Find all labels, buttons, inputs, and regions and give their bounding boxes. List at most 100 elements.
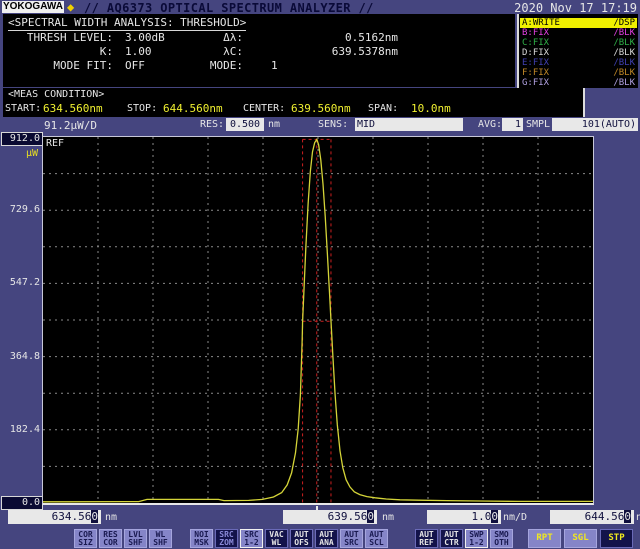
app-title: // AQ6373 OPTICAL SPECTRUM ANALYZER // <box>84 1 374 15</box>
y-tick-729: 729.6 <box>0 204 40 215</box>
start-value[interactable]: 634.560nm <box>43 102 103 115</box>
trace-mode: /BLK <box>613 58 635 68</box>
softkey-lvl-shf[interactable]: LVLSHF <box>124 529 147 548</box>
stop-label: STOP: <box>127 103 157 114</box>
digit-cursor: 0 <box>91 510 98 523</box>
ref-label: REF <box>46 138 64 149</box>
analysis-title: <SPECTRAL WIDTH ANALYSIS: THRESHOLD> <box>8 16 246 31</box>
trace-name: C:FIX <box>522 38 549 48</box>
x-stop-field[interactable]: 644.560 <box>550 510 634 524</box>
digit-cursor: 0 <box>367 510 374 523</box>
delta-lambda-value: 0.5162nm <box>258 31 398 44</box>
trace-name: A:WRITE <box>522 18 560 28</box>
k-value: 1.00 <box>125 45 152 58</box>
softkey-sgl[interactable]: SGL <box>564 529 597 548</box>
softkey-aut-ref[interactable]: AUTREF <box>415 529 438 548</box>
delta-lambda-label: Δλ: <box>153 31 243 44</box>
level-per-div: 91.2µW/D <box>44 119 97 132</box>
avg-value-field[interactable]: 1 <box>502 118 523 131</box>
digit-cursor: 0 <box>491 510 498 523</box>
softkey-aut-ofs[interactable]: AUTOFS <box>290 529 313 548</box>
softkey-vac-wl[interactable]: VACWL <box>265 529 288 548</box>
softkey-aut-src[interactable]: AUTSRC <box>340 529 363 548</box>
analysis-row: K: 1.00 λC: 639.5378nm <box>3 45 515 58</box>
trace-row-c[interactable]: C:FIX/BLK <box>520 38 637 48</box>
softkey-smo-oth[interactable]: SMOOTH <box>490 529 513 548</box>
res-unit: nm <box>268 119 280 130</box>
meas-panel: <MEAS CONDITION> START: 634.560nm STOP: … <box>3 88 585 117</box>
trace-name: B:FIX <box>522 28 549 38</box>
digit-cursor: 0 <box>624 510 631 523</box>
start-label: START: <box>5 103 41 114</box>
softkey-swp-1-2[interactable]: SWP1-2 <box>465 529 488 548</box>
softkey-aut-scl[interactable]: AUTSCL <box>365 529 388 548</box>
res-label: RES: <box>200 119 224 130</box>
meas-title: <MEAS CONDITION> <box>8 89 104 100</box>
span-value[interactable]: 10.0nm <box>411 102 451 115</box>
softkey-res-cor[interactable]: RESCOR <box>99 529 122 548</box>
y-tick-182: 182.4 <box>0 424 40 435</box>
avg-label: AVG: <box>478 119 502 130</box>
y-axis-unit: µW <box>14 148 38 159</box>
smpl-value-field[interactable]: 101(AUTO) <box>552 118 638 131</box>
mode-fit-label: MODE FIT: <box>3 59 113 72</box>
trace-panel-rows: A:WRITE/DSPB:FIX/BLKC:FIX/BLKD:FIX/BLKE:… <box>517 14 638 88</box>
center-label: CENTER: <box>243 103 285 114</box>
mode-fit-value: OFF <box>125 59 145 72</box>
softkey-wl-shf[interactable]: WLSHF <box>149 529 172 548</box>
trace-name: G:FIX <box>522 78 549 88</box>
spectrum-svg <box>43 137 593 503</box>
softkey-aut-ctr[interactable]: AUTCTR <box>440 529 463 548</box>
yokogawa-logo: YOKOGAWA <box>2 1 64 13</box>
x-center-field[interactable]: 639.560 <box>283 510 377 524</box>
trace-mode: /BLK <box>613 38 635 48</box>
trace-mode: /DSP <box>613 18 635 28</box>
k-label: K: <box>3 45 113 58</box>
trace-row-f[interactable]: F:FIX/BLK <box>520 68 637 78</box>
datetime: 2020 Nov 17 17:19 <box>500 1 637 15</box>
y-tick-364: 364.8 <box>0 351 40 362</box>
trace-name: F:FIX <box>522 68 549 78</box>
y-tick-547: 547.2 <box>0 277 40 288</box>
softkey-cor-siz[interactable]: CORSIZ <box>74 529 97 548</box>
x-center-unit: nm <box>382 512 394 523</box>
x-stop-unit: nm <box>636 512 640 523</box>
sens-label: SENS: <box>318 119 348 130</box>
x-start-unit: nm <box>105 512 117 523</box>
stop-value[interactable]: 644.560nm <box>163 102 223 115</box>
trace-mode: /BLK <box>613 48 635 58</box>
sens-value-field[interactable]: MID <box>355 118 463 131</box>
osa-screen: YOKOGAWA ◆ // AQ6373 OPTICAL SPECTRUM AN… <box>0 0 640 549</box>
bottom-level-box: 0.0 <box>1 496 43 510</box>
mode-label: MODE: <box>153 59 243 72</box>
trace-row-b[interactable]: B:FIX/BLK <box>520 28 637 38</box>
lambda-c-value: 639.5378nm <box>258 45 398 58</box>
analysis-panel: <SPECTRAL WIDTH ANALYSIS: THRESHOLD> THR… <box>3 14 515 87</box>
span-label: SPAN: <box>368 103 398 114</box>
x-scale-field[interactable]: 1.00 <box>427 510 501 524</box>
spectrum-plot <box>42 136 594 505</box>
mode-value: 1 <box>271 59 278 72</box>
analysis-row: MODE FIT: OFF MODE: 1 <box>3 59 515 72</box>
softkey-stp[interactable]: STP <box>600 529 633 548</box>
trace-row-e[interactable]: E:FIX/BLK <box>520 58 637 68</box>
softkey-noi-msk[interactable]: NOIMSK <box>190 529 213 548</box>
softkey-aut-ana[interactable]: AUTANA <box>315 529 338 548</box>
trace-name: D:FIX <box>522 48 549 58</box>
trace-name: E:FIX <box>522 58 549 68</box>
trace-row-g[interactable]: G:FIX/BLK <box>520 78 637 88</box>
trace-mode: /BLK <box>613 28 635 38</box>
lambda-c-label: λC: <box>153 45 243 58</box>
trace-row-a[interactable]: A:WRITE/DSP <box>520 18 637 28</box>
x-scale-unit: nm/D <box>503 512 527 523</box>
softkey-src-1-2[interactable]: SRC1-2 <box>240 529 263 548</box>
softkey-rpt[interactable]: RPT <box>528 529 561 548</box>
ref-level-box[interactable]: 912.0 <box>1 132 43 146</box>
center-value[interactable]: 639.560nm <box>291 102 351 115</box>
trace-mode: /BLK <box>613 78 635 88</box>
softkey-src-zom[interactable]: SRCZOM <box>215 529 238 548</box>
trace-row-d[interactable]: D:FIX/BLK <box>520 48 637 58</box>
analysis-row: THRESH LEVEL: 3.00dB Δλ: 0.5162nm <box>3 31 515 44</box>
x-start-field[interactable]: 634.560 <box>8 510 101 524</box>
res-value-field[interactable]: 0.500 <box>226 118 264 131</box>
